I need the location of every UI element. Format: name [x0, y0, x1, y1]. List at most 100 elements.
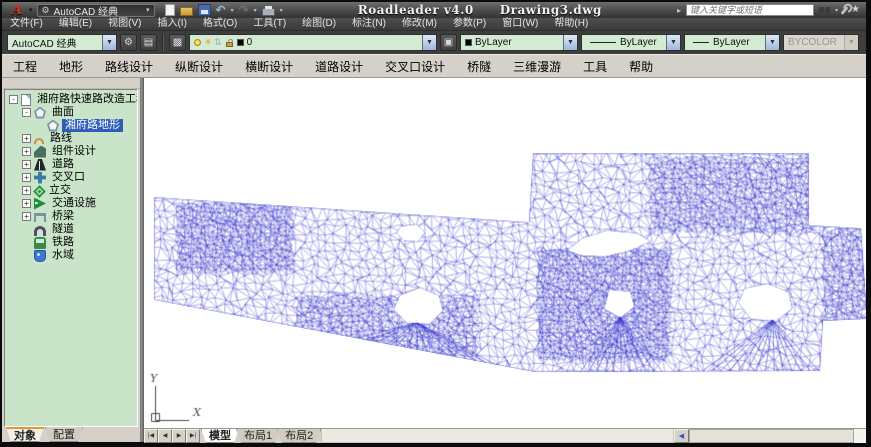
tree-node-label[interactable]: 立交: [46, 184, 74, 197]
logo-caret-icon[interactable]: ▾: [29, 6, 33, 14]
hscroll-track[interactable]: [854, 429, 866, 443]
menu-top-0[interactable]: 文件(F): [2, 18, 51, 30]
workspace-save-button[interactable]: ▤: [140, 34, 157, 51]
tree-node-label[interactable]: 隧道: [49, 223, 77, 236]
workspaces-combo[interactable]: AutoCAD 经典 ▼: [7, 34, 117, 51]
chevron-down-icon[interactable]: ▼: [563, 35, 577, 50]
layer-color-swatch[interactable]: [237, 39, 244, 46]
sheet-tab-0[interactable]: 模型: [201, 429, 239, 443]
save-icon[interactable]: [198, 4, 211, 16]
tree-node-2[interactable]: 湘府路地形: [7, 119, 137, 132]
lineweight-combo[interactable]: ByLayer ▼: [684, 34, 780, 51]
search-binoculars-icon[interactable]: [819, 7, 824, 13]
layer-combo[interactable]: ☀ ⇅ 0 ▼: [189, 34, 437, 51]
menu-app-9[interactable]: 工具: [572, 58, 618, 75]
chevron-down-icon[interactable]: ▼: [666, 35, 680, 50]
menu-app-8[interactable]: 三维漫游: [502, 58, 572, 75]
tree-node-4[interactable]: + 组件设计: [7, 145, 137, 158]
tree-node-7[interactable]: + 立交: [7, 184, 137, 197]
print-icon[interactable]: [262, 8, 275, 16]
tree-node-1[interactable]: - 曲面: [7, 106, 137, 119]
menu-top-6[interactable]: 绘图(D): [294, 18, 344, 30]
search-input[interactable]: [686, 4, 814, 16]
make-layer-current-button[interactable]: ▣: [440, 34, 457, 51]
menu-app-7[interactable]: 桥隧: [456, 58, 502, 75]
expand-box[interactable]: +: [22, 173, 31, 182]
linetype-combo[interactable]: ByLayer ▼: [581, 34, 681, 51]
redo-caret-icon[interactable]: ▾: [254, 7, 257, 14]
expand-box[interactable]: +: [22, 134, 31, 143]
menu-app-3[interactable]: 纵断设计: [164, 58, 234, 75]
tree-node-8[interactable]: + 交通设施: [7, 197, 137, 210]
tree-node-0[interactable]: - 湘府路快速路改造工程: [7, 93, 137, 106]
print-caret-icon[interactable]: ▾: [280, 7, 283, 14]
layer-thaw-sun-icon[interactable]: ☀: [204, 38, 212, 47]
tree-node-3[interactable]: + 路线: [7, 132, 137, 145]
menu-top-3[interactable]: 插入(I): [149, 18, 194, 30]
tree-node-label[interactable]: 湘府路地形: [62, 119, 123, 132]
workspace-settings-button[interactable]: ⚙: [120, 34, 137, 51]
tree-node-label[interactable]: 组件设计: [49, 145, 99, 158]
sheet-tab-1[interactable]: 布局1: [236, 429, 280, 443]
sheet-tab-2[interactable]: 布局2: [277, 429, 321, 443]
menu-top-4[interactable]: 格式(O): [195, 18, 245, 30]
open-file-icon[interactable]: [180, 7, 193, 16]
tree-node-5[interactable]: + 道路: [7, 158, 137, 171]
menu-app-0[interactable]: 工程: [2, 58, 48, 75]
hscroll-left-button[interactable]: ◀: [674, 429, 689, 443]
wrench-icon[interactable]: [840, 6, 848, 15]
menu-top-11[interactable]: 帮助(H): [546, 18, 596, 30]
tree-node-label[interactable]: 水域: [49, 249, 77, 262]
menu-app-6[interactable]: 交叉口设计: [374, 58, 456, 75]
tree-node-12[interactable]: 水域: [7, 249, 137, 262]
tree-node-9[interactable]: +桥梁: [7, 210, 137, 223]
undo-icon[interactable]: ↶: [216, 4, 226, 16]
new-file-icon[interactable]: [165, 4, 175, 16]
menu-top-9[interactable]: 参数(P): [445, 18, 494, 30]
menu-top-7[interactable]: 标注(N): [344, 18, 394, 30]
undo-caret-icon[interactable]: ▾: [231, 7, 234, 14]
chevron-down-icon[interactable]: ▼: [422, 35, 436, 50]
tree-node-label[interactable]: 铁路: [49, 236, 77, 249]
tree-node-label[interactable]: 路线: [47, 132, 75, 145]
tree-node-11[interactable]: 铁路: [7, 236, 137, 249]
expand-box[interactable]: +: [22, 199, 31, 208]
search-caret-icon[interactable]: ▾: [835, 7, 838, 14]
expand-box[interactable]: +: [22, 147, 31, 156]
layer-properties-button[interactable]: ▩: [169, 34, 186, 51]
chevron-down-icon[interactable]: ▼: [102, 35, 116, 50]
autocad-logo-icon[interactable]: A: [6, 4, 28, 17]
tree-node-6[interactable]: + 交叉口: [7, 171, 137, 184]
layer-freeze-transfer-icon[interactable]: ⇅: [214, 38, 222, 47]
tree-node-label[interactable]: 曲面: [49, 106, 77, 119]
expand-box[interactable]: +: [22, 186, 31, 195]
menu-app-2[interactable]: 路线设计: [94, 58, 164, 75]
menu-app-1[interactable]: 地形: [48, 58, 94, 75]
drawing-canvas[interactable]: [144, 78, 866, 428]
tree-node-label[interactable]: 湘府路快速路改造工程: [34, 93, 138, 106]
chevron-down-icon[interactable]: ▼: [765, 35, 779, 50]
panel-tab-1[interactable]: 配置: [45, 427, 83, 442]
collapse-box[interactable]: -: [22, 108, 31, 117]
layer-lock-icon[interactable]: [226, 42, 233, 47]
last-sheet-button[interactable]: ▶|: [186, 429, 200, 443]
next-sheet-button[interactable]: ▶: [172, 429, 186, 443]
layer-on-bulb-icon[interactable]: [194, 39, 201, 46]
tree-node-label[interactable]: 交叉口: [49, 171, 88, 184]
hscroll-thumb[interactable]: [689, 429, 854, 443]
expand-box[interactable]: +: [22, 160, 31, 169]
tree-node-label[interactable]: 道路: [49, 158, 77, 171]
tree-node-label[interactable]: 桥梁: [49, 210, 77, 223]
redo-icon[interactable]: ↷: [239, 4, 249, 16]
workspace-switcher[interactable]: ⚙ AutoCAD 经典 ▾: [37, 4, 155, 17]
prev-sheet-button[interactable]: ◀: [158, 429, 172, 443]
color-combo[interactable]: ByLayer ▼: [460, 34, 578, 51]
menu-top-5[interactable]: 工具(T): [245, 18, 294, 30]
menu-top-1[interactable]: 编辑(E): [51, 18, 100, 30]
collapse-box[interactable]: -: [9, 95, 18, 104]
menu-top-10[interactable]: 窗口(W): [494, 18, 546, 30]
menu-app-4[interactable]: 横断设计: [234, 58, 304, 75]
tree-node-label[interactable]: 交通设施: [49, 197, 99, 210]
menu-app-10[interactable]: 帮助: [618, 58, 664, 75]
menu-top-8[interactable]: 修改(M): [394, 18, 445, 30]
